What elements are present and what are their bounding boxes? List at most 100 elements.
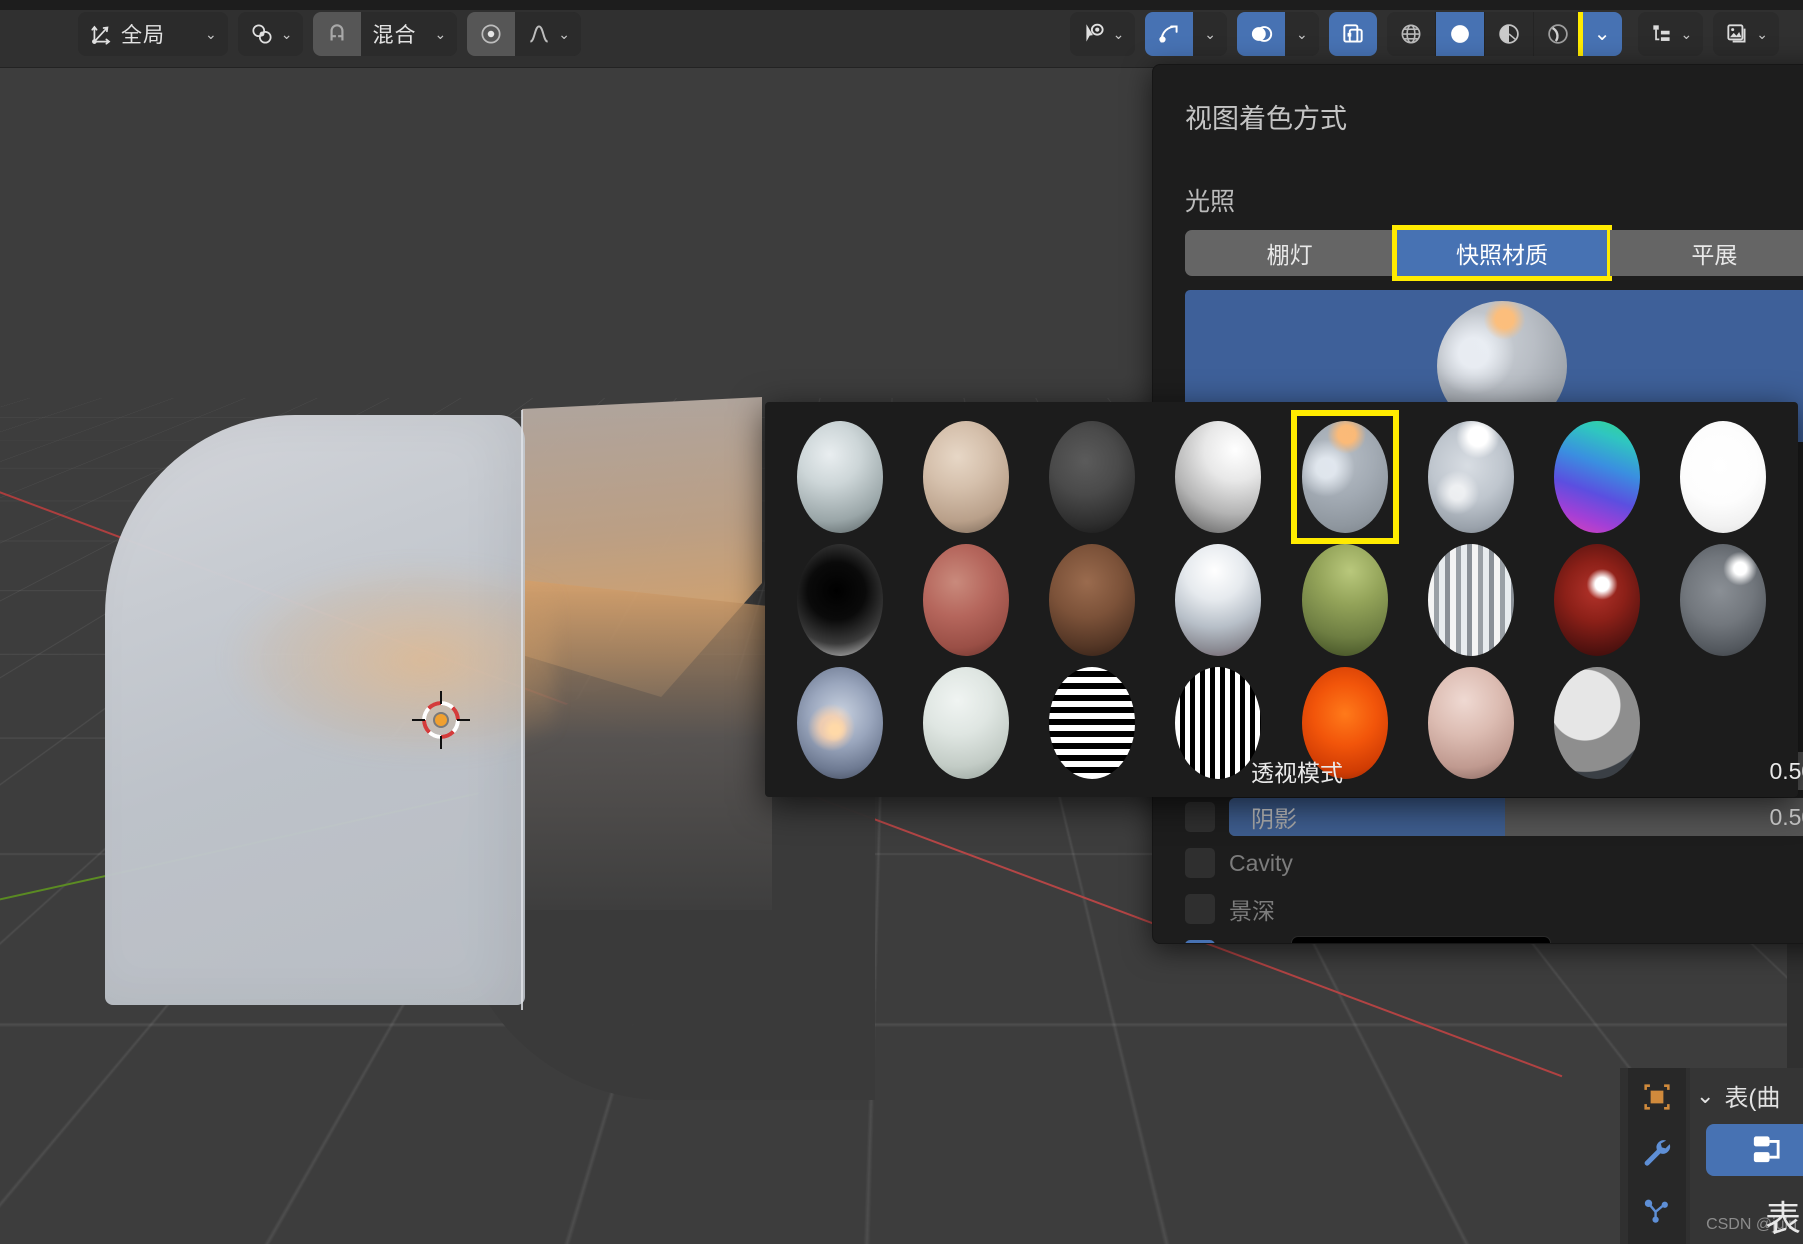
panel-header-row[interactable]: ⌄ 表(曲 — [1690, 1068, 1803, 1113]
particles-node-icon[interactable] — [1640, 1192, 1674, 1226]
matcap-cell-metal-anisotropic[interactable] — [1284, 541, 1406, 658]
chevron-down-icon: ⌄ — [1680, 26, 1693, 42]
gizmo-dropdown-button[interactable]: ⌄ — [1193, 12, 1228, 56]
copy-data-icon — [1753, 1136, 1780, 1163]
matcap-cell-jade[interactable] — [1157, 541, 1279, 658]
matcap-sphere-toon — [1553, 666, 1640, 779]
shading-solid-button[interactable] — [1435, 12, 1484, 56]
shading-wireframe-button[interactable] — [1387, 12, 1435, 56]
3d-cursor[interactable] — [412, 691, 470, 749]
rendered-sphere-icon — [1548, 24, 1568, 44]
shadow-label: 阴影 — [1251, 806, 1297, 832]
snap-mode-button[interactable]: 混合 ⌄ — [361, 12, 458, 56]
chevron-down-icon: ⌄ — [205, 26, 217, 42]
overlays-dropdown-button[interactable]: ⌄ — [1285, 12, 1319, 56]
pivot-point-button[interactable]: ⌄ — [238, 12, 304, 56]
matcap-cell-basic-1-dark[interactable] — [779, 418, 901, 535]
shadow-checkbox[interactable] — [1185, 802, 1215, 832]
option-row-outline[interactable]: ✓ 轮廓 — [1171, 935, 1803, 943]
chevron-down-icon: ⌄ — [1756, 26, 1768, 42]
overlays-icon — [1251, 26, 1273, 42]
matcap-cell-clay-muddy[interactable] — [1031, 541, 1153, 658]
cavity-checkbox[interactable] — [1185, 848, 1215, 878]
matcap-cell-clay-brown[interactable] — [905, 541, 1027, 658]
matcap-cell-empty-slot[interactable] — [1662, 664, 1784, 781]
lighting-tab-studio[interactable]: 棚灯 — [1185, 230, 1395, 276]
proportional-falloff-button[interactable]: ⌄ — [515, 12, 581, 56]
matcap-cell-metal-carpaint[interactable] — [1410, 541, 1532, 658]
image-editor-button[interactable]: ⌄ — [1713, 12, 1779, 56]
matcap-cell-basic-2-tan[interactable] — [905, 418, 1027, 535]
matcap-sphere-metal-anisotropic — [1301, 543, 1388, 656]
outline-checkbox[interactable]: ✓ — [1185, 940, 1215, 943]
matcap-cell-basic-side[interactable] — [1157, 418, 1279, 535]
matcap-sphere-jade — [1175, 543, 1262, 656]
matcap-selector-grid[interactable] — [765, 402, 1798, 797]
matcap-cell-check-rainbow[interactable] — [1536, 418, 1658, 535]
matcap-sphere-clay-brown-dark — [797, 543, 884, 656]
matcap-cell-toon[interactable] — [1536, 664, 1658, 781]
cavity-label: Cavity — [1229, 849, 1293, 876]
outliner-filter-button[interactable]: ⌄ — [1638, 12, 1704, 56]
lighting-tab-flat[interactable]: 平展 — [1609, 230, 1803, 276]
matcap-cell-metal-lead[interactable] — [1536, 541, 1658, 658]
cursor-eye-icon — [1085, 23, 1104, 42]
proportional-editing-group[interactable]: ⌄ — [467, 12, 581, 56]
matcap-cell-reflection-stripes-h[interactable] — [1031, 664, 1153, 781]
header-left-tools: 全局 ⌄ ⌄ 混合 ⌄ ⌄ — [78, 12, 591, 56]
shading-dropdown-button[interactable]: ⌄ — [1577, 12, 1622, 56]
gizmo-toggle-button[interactable] — [1145, 12, 1194, 56]
matcap-cell-check-normal-white[interactable] — [1662, 418, 1784, 535]
xray-toggle-button[interactable] — [1328, 12, 1377, 56]
transform-orientation-group[interactable]: 全局 ⌄ — [78, 12, 228, 56]
matcap-sphere-basic-1-dark — [797, 420, 884, 533]
overlays-toggle-button[interactable] — [1237, 12, 1286, 56]
matcap-cell-pearl[interactable] — [779, 664, 901, 781]
depth-of-field-checkbox[interactable] — [1185, 894, 1215, 924]
matcap-cell-skin[interactable] — [1410, 664, 1532, 781]
lighting-tab-matcap[interactable]: 快照材质 — [1392, 225, 1612, 281]
matcap-sphere-check-rainbow — [1553, 420, 1640, 533]
image-editor-group[interactable]: ⌄ — [1713, 12, 1779, 56]
proportional-editing-toggle[interactable] — [467, 12, 516, 56]
snap-group[interactable]: 混合 ⌄ — [313, 12, 458, 56]
chevron-down-icon: ⌄ — [1204, 26, 1217, 42]
matcap-sphere-clay-muddy — [1049, 543, 1136, 656]
visibility-group[interactable]: ⌄ — [1069, 12, 1136, 56]
gizmo-arrow-icon — [1159, 25, 1178, 43]
3d-cursor-center-dot — [433, 712, 449, 728]
outline-color-swatch[interactable] — [1291, 936, 1551, 943]
shading-rendered-button[interactable] — [1534, 12, 1582, 56]
shading-material-preview-button[interactable] — [1485, 12, 1533, 56]
matcap-cell-basic-dark[interactable] — [1031, 418, 1153, 535]
overlays-group[interactable]: ⌄ — [1237, 12, 1319, 56]
snap-toggle-button[interactable] — [313, 12, 362, 56]
shading-mode-group[interactable]: ⌄ — [1386, 12, 1622, 56]
pivot-point-icon — [252, 24, 272, 44]
copy-data-button[interactable] — [1706, 1124, 1803, 1176]
matcap-sphere-ceramic-dark — [1427, 420, 1514, 533]
matcap-cell-ceramic-lightbulb[interactable] — [1284, 418, 1406, 535]
wrench-icon[interactable] — [1640, 1136, 1674, 1170]
option-row-shadow[interactable]: 阴影 0.500 — [1171, 797, 1803, 837]
xray-mode-value: 0.500 — [1769, 757, 1803, 784]
shadow-value: 0.500 — [1769, 803, 1803, 830]
shadow-slider[interactable]: 阴影 0.500 — [1229, 798, 1803, 836]
matcap-cell-reflection-check[interactable] — [905, 664, 1027, 781]
object-square-icon[interactable] — [1640, 1080, 1674, 1114]
matcap-cell-clay-brown-dark[interactable] — [779, 541, 901, 658]
chevron-down-icon: ⌄ — [1593, 23, 1611, 45]
pivot-point-group[interactable]: ⌄ — [237, 12, 304, 56]
xray-group[interactable] — [1328, 12, 1377, 56]
matcap-cell-ceramic-dark[interactable] — [1410, 418, 1532, 535]
gizmo-group[interactable]: ⌄ — [1145, 12, 1228, 56]
option-row-depth-of-field[interactable]: 景深 — [1171, 889, 1803, 929]
option-row-cavity[interactable]: Cavity — [1171, 843, 1803, 883]
transform-orientation-button[interactable]: 全局 ⌄ — [78, 12, 228, 56]
matcap-cell-metal-shiny[interactable] — [1662, 541, 1784, 658]
visibility-selectability-button[interactable]: ⌄ — [1070, 12, 1136, 56]
3d-cursor-tick-top — [440, 691, 442, 704]
outliner-filter-group[interactable]: ⌄ — [1637, 12, 1704, 56]
matcap-sphere-basic-side — [1175, 420, 1262, 533]
properties-editor-strip: ⌄ 表(曲 CSDN @juin 表 — [1620, 1068, 1803, 1244]
